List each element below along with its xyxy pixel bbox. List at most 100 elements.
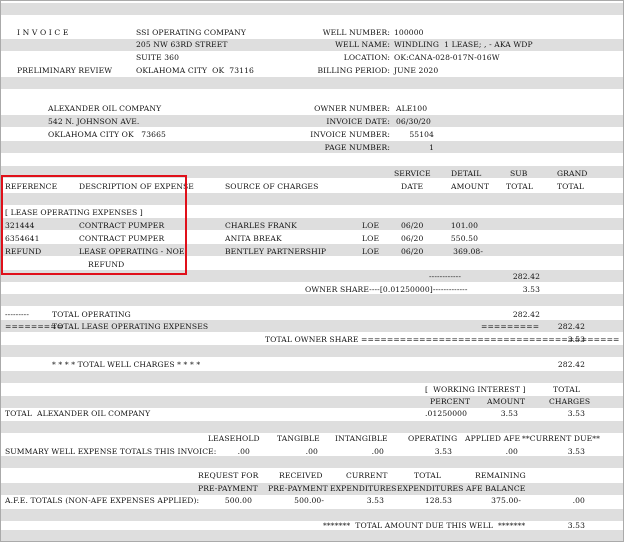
col-detail: DETAIL — [451, 169, 482, 178]
row-amount: 550.50 — [450, 234, 478, 243]
wi-percent-label: PERCENT — [430, 397, 471, 406]
page-number: 1 — [429, 143, 434, 152]
summary-tangible-header: TANGIBLE — [277, 434, 320, 443]
afe-value: 3.53 — [366, 496, 384, 505]
row-date: 06/20 — [401, 247, 424, 256]
afe-value: 500.00- — [294, 496, 324, 505]
afe-value: 375.00- — [491, 496, 521, 505]
summary-label: SUMMARY WELL EXPENSE TOTALS THIS INVOICE… — [5, 447, 217, 456]
row-type: LOE — [362, 247, 380, 256]
invoice-date-label: INVOICE DATE: — [326, 117, 390, 126]
row-source: BENTLEY PARTNERSHIP — [225, 247, 327, 256]
owner-city: OKLAHOMA CITY OK 73665 — [48, 130, 166, 139]
summary-current-due-header: **CURRENT DUE** — [522, 434, 601, 443]
invoice-date: 06/30/20 — [396, 117, 431, 126]
afe-header: REMAINING — [475, 471, 526, 480]
well-name-label: WELL NAME: — [335, 40, 390, 49]
col-sub: SUB — [510, 169, 528, 178]
row-band — [1, 396, 623, 408]
col-grand-total: TOTAL — [557, 182, 584, 191]
location-label: LOCATION: — [343, 53, 390, 62]
page-number-label: PAGE NUMBER: — [324, 143, 390, 152]
col-date: DATE — [401, 182, 424, 191]
invoice-title: I N V O I C E — [17, 28, 69, 37]
summary-value: .00 — [505, 447, 518, 456]
row-amount: 369.08- — [453, 247, 483, 256]
wi-charges-label: CHARGES — [549, 397, 591, 406]
afe-header: REQUEST FOR — [198, 471, 259, 480]
afe-value: 500.00 — [224, 496, 252, 505]
summary-value: .00 — [237, 447, 250, 456]
well-number: 100000 — [394, 28, 424, 37]
loe-marks-right: ========= — [481, 322, 540, 331]
col-amount: AMOUNT — [451, 182, 490, 191]
owner-number: ALE100 — [396, 104, 428, 113]
col-service: SERVICE — [394, 169, 431, 178]
row-band — [1, 77, 623, 89]
summary-intangible-header: INTANGIBLE — [335, 434, 388, 443]
wi-percent: .01250000 — [425, 409, 467, 418]
billing-period: JUNE 2020 — [394, 66, 439, 75]
afe-header: PRE-PAYMENT — [198, 484, 258, 493]
well-name: WINDLING 1 LEASE; , - AKA WDP — [394, 40, 533, 49]
row-amount: 101.00 — [450, 221, 478, 230]
highlight-box — [1, 175, 187, 275]
working-interest-title: [ WORKING INTEREST ] — [425, 385, 526, 394]
owner-number-label: OWNER NUMBER: — [314, 104, 390, 113]
company-name: SSI OPERATING COMPANY — [136, 28, 247, 37]
summary-value: .00 — [305, 447, 318, 456]
well-number-label: WELL NUMBER: — [322, 28, 390, 37]
row-band — [1, 294, 623, 306]
row-date: 06/20 — [401, 221, 424, 230]
afe-header: CURRENT — [346, 471, 388, 480]
well-charges-label: * * * * TOTAL WELL CHARGES * * * * — [52, 360, 201, 369]
afe-header: TOTAL — [414, 471, 441, 480]
row-band — [1, 371, 623, 383]
row-band — [1, 345, 623, 357]
summary-leasehold-header: LEASEHOLD — [208, 434, 260, 443]
amount-due-label: ******* TOTAL AMOUNT DUE THIS WELL *****… — [323, 521, 526, 530]
row-band — [1, 509, 623, 521]
summary-current-due: 3.53 — [567, 447, 585, 456]
afe-value: .00 — [572, 496, 585, 505]
preliminary-review: PRELIMINARY REVIEW — [17, 66, 113, 75]
afe-header: EXPENDITURES — [397, 484, 464, 493]
wi-charges: 3.53 — [567, 409, 585, 418]
total-loe-value: 282.42 — [557, 322, 585, 331]
total-owner-share-label: TOTAL OWNER SHARE ======================… — [265, 335, 620, 344]
owner-share-value: 3.53 — [522, 285, 540, 294]
row-type: LOE — [362, 234, 380, 243]
wi-amount-label: AMOUNT — [487, 397, 526, 406]
row-source: ANITA BREAK — [225, 234, 282, 243]
total-loe-label: TOTAL LEASE OPERATING EXPENSES — [52, 322, 209, 331]
invoice-number-label: INVOICE NUMBER: — [310, 130, 390, 139]
company-suite: SUITE 360 — [136, 53, 180, 62]
invoice-number: 55104 — [409, 130, 434, 139]
row-source: CHARLES FRANK — [225, 221, 297, 230]
total-operating-value: 282.42 — [512, 310, 540, 319]
total-owner-share-value: 3.53 — [567, 335, 585, 344]
subtotal-dashes: ------------ — [429, 272, 461, 281]
summary-applied-afe-header: APPLIED AFE — [465, 434, 521, 443]
owner-name: ALEXANDER OIL COMPANY — [48, 104, 162, 113]
owner-address: 542 N. JOHNSON AVE. — [48, 117, 140, 126]
summary-value: .00 — [371, 447, 384, 456]
well-charges-value: 282.42 — [557, 360, 585, 369]
wi-row-label: TOTAL ALEXANDER OIL COMPANY — [5, 409, 151, 418]
col-source: SOURCE OF CHARGES — [225, 182, 319, 191]
row-type: LOE — [362, 221, 380, 230]
owner-share-line: OWNER SHARE----[0.01250000]------------- — [305, 285, 468, 294]
row-band — [1, 141, 623, 153]
afe-value: 128.53 — [424, 496, 452, 505]
afe-header: PRE-PAYMENT — [268, 484, 328, 493]
row-band — [1, 530, 623, 541]
company-address: 205 NW 63RD STREET — [136, 40, 228, 49]
row-date: 06/20 — [401, 234, 424, 243]
col-grand: GRAND — [557, 169, 588, 178]
billing-period-label: BILLING PERIOD: — [317, 66, 390, 75]
row-band — [1, 421, 623, 433]
row-band — [1, 3, 623, 15]
afe-label: A.F.E. TOTALS (NON-AFE EXPENSES APPLIED)… — [5, 496, 200, 505]
row-band — [1, 456, 623, 468]
col-sub-total: TOTAL — [506, 182, 533, 191]
